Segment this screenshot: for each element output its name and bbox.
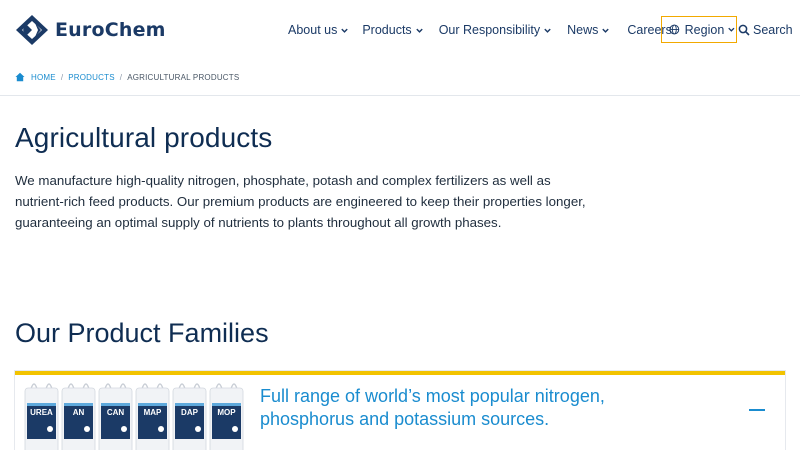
fertilizer-bags-image: UREA AN CAN MAP DAP MOP xyxy=(24,383,244,450)
breadcrumb-home-link[interactable]: HOME xyxy=(31,73,56,82)
region-selector[interactable]: Region xyxy=(661,16,737,43)
nav-news[interactable]: News xyxy=(567,23,610,37)
breadcrumb: HOME / PRODUCTS / AGRICULTURAL PRODUCTS xyxy=(15,72,239,82)
fertilizer-bag-label: UREA xyxy=(30,408,53,417)
site-header: EuroChem About us Products Our Responsib… xyxy=(0,0,800,62)
fertilizer-bag-label: AN xyxy=(73,408,85,417)
header-divider xyxy=(0,95,800,96)
fertilizer-bag-label: DAP xyxy=(181,408,199,417)
chevron-down-icon xyxy=(602,28,610,33)
chevron-down-icon xyxy=(544,28,551,33)
fertilizer-bag-can: CAN xyxy=(98,383,133,450)
page-title: Agricultural products xyxy=(15,122,273,153)
logo-text: EuroChem xyxy=(55,19,166,41)
breadcrumb-separator: / xyxy=(119,72,123,82)
breadcrumb-separator: / xyxy=(60,72,64,82)
nav-about-us-label: About us xyxy=(288,23,338,37)
product-family-card[interactable]: UREA AN CAN MAP DAP MOP Full range of world’s… xyxy=(15,371,785,450)
chevron-down-icon xyxy=(341,28,349,33)
fertilizer-bag-label: MOP xyxy=(217,408,236,417)
fertilizer-bag-an: AN xyxy=(61,383,96,450)
nav-products-label: Products xyxy=(362,23,412,37)
fertilizer-bag-mop: MOP xyxy=(209,383,244,450)
region-label: Region xyxy=(684,22,725,37)
product-families-title: Our Product Families xyxy=(15,318,269,348)
product-family-description: Full range of world’s most popular nitro… xyxy=(260,386,605,429)
collapse-icon[interactable] xyxy=(749,409,765,411)
fertilizer-bag-label: CAN xyxy=(107,408,125,417)
logo[interactable]: EuroChem xyxy=(15,14,166,46)
fertilizer-bag-label: MAP xyxy=(144,408,162,417)
eurochem-logo-icon xyxy=(16,15,48,45)
fertilizer-bag-dap: DAP xyxy=(172,383,207,450)
nav-products[interactable]: Products xyxy=(362,23,423,37)
search-icon xyxy=(738,24,750,36)
fertilizer-bag-map: MAP xyxy=(135,383,170,450)
home-icon[interactable] xyxy=(15,72,25,82)
chevron-down-icon xyxy=(728,27,735,32)
breadcrumb-current: AGRICULTURAL PRODUCTS xyxy=(127,72,240,82)
main-nav: About us Products Our Responsibility New… xyxy=(288,16,672,44)
search-label: Search xyxy=(753,22,793,37)
nav-our-responsibility[interactable]: Our Responsibility xyxy=(439,23,552,37)
search-button[interactable]: Search xyxy=(738,16,793,43)
intro-paragraph: We manufacture high-quality nitrogen, ph… xyxy=(15,173,586,230)
globe-icon xyxy=(669,24,680,35)
fertilizer-bag-urea: UREA xyxy=(24,383,59,450)
breadcrumb-products-link[interactable]: PRODUCTS xyxy=(68,73,115,82)
nav-our-responsibility-label: Our Responsibility xyxy=(438,23,541,37)
nav-about-us[interactable]: About us xyxy=(288,23,349,37)
nav-news-label: News xyxy=(567,23,599,37)
chevron-down-icon xyxy=(415,28,423,33)
